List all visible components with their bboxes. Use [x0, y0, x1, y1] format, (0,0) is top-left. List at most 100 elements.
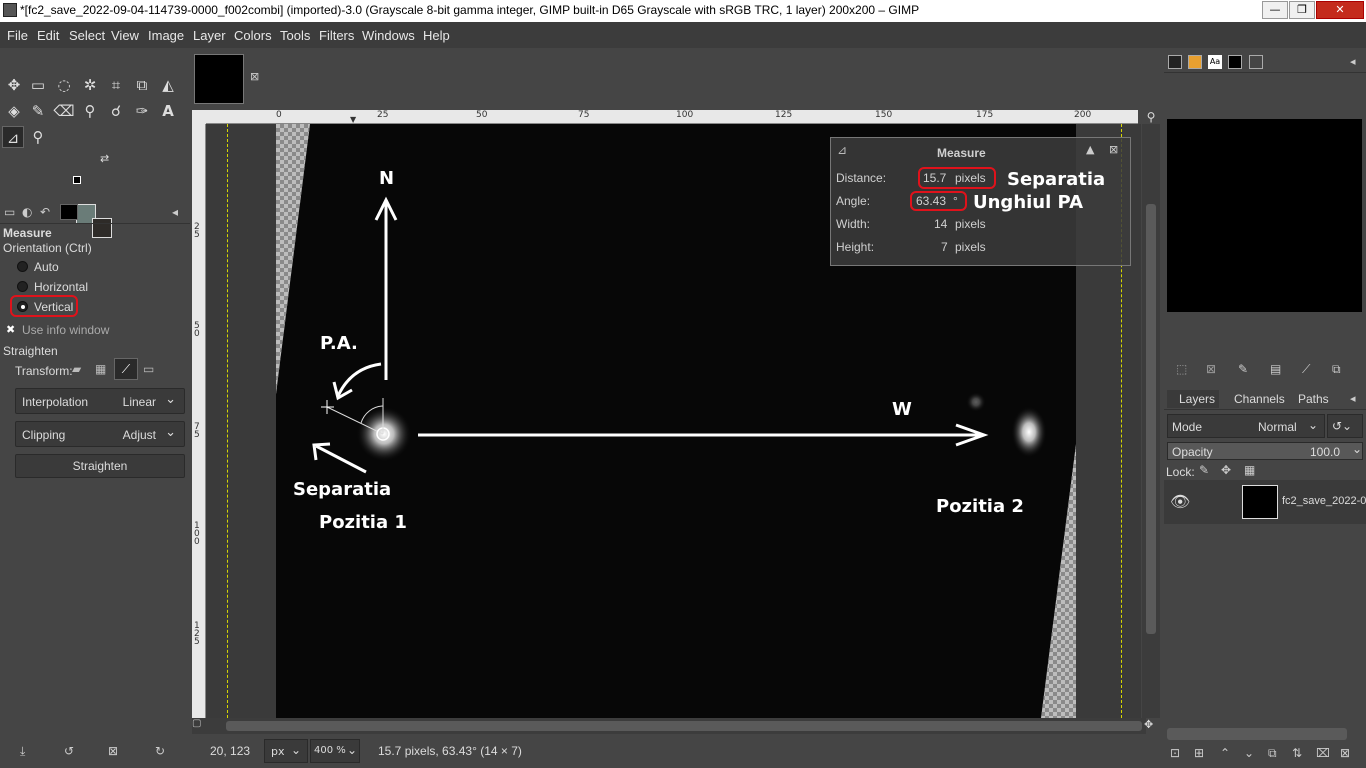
- free-select-icon[interactable]: ◌: [53, 74, 75, 96]
- delete-brush-icon[interactable]: ▤: [1270, 362, 1281, 376]
- tab-channels[interactable]: Channels: [1234, 392, 1285, 406]
- vertical-ruler[interactable]: 2 5 5 0 7 5 1 0 0 1 2 5: [192, 124, 206, 718]
- new-layer-group-icon[interactable]: ⊞: [1194, 746, 1204, 760]
- paintbrush-icon[interactable]: ✎: [27, 100, 49, 122]
- smudge-tool-icon[interactable]: ☌: [105, 100, 127, 122]
- default-colors-icon[interactable]: [73, 176, 81, 184]
- orientation-horizontal-radio[interactable]: [17, 281, 28, 292]
- fonts-tab-icon[interactable]: Aa: [1208, 55, 1222, 69]
- straighten-button[interactable]: Straighten: [15, 454, 185, 478]
- orientation-horizontal-label[interactable]: Horizontal: [34, 280, 88, 294]
- close-tab-icon[interactable]: ⊠: [250, 70, 259, 83]
- warp-transform-icon[interactable]: ◭: [157, 74, 179, 96]
- opacity-slider[interactable]: Opacity 100.0 ⌄: [1167, 442, 1363, 460]
- move-tool-icon[interactable]: ✥: [3, 74, 25, 96]
- navigate-icon[interactable]: ✥: [1144, 718, 1160, 734]
- menu-edit[interactable]: Edit: [37, 28, 59, 43]
- menu-file[interactable]: File: [7, 28, 28, 43]
- save-options-icon[interactable]: ⤓: [20, 744, 25, 759]
- visibility-eye-icon[interactable]: 👁: [1170, 492, 1190, 511]
- new-layer-icon[interactable]: ⊡: [1170, 746, 1180, 760]
- lock-pixels-icon[interactable]: ✎: [1199, 463, 1209, 477]
- menu-windows[interactable]: Windows: [362, 28, 415, 43]
- tab-paths[interactable]: Paths: [1298, 392, 1329, 406]
- layer-mode-select[interactable]: Mode Normal ⌄: [1167, 414, 1325, 438]
- zoom-select[interactable]: 400 % ⌄: [310, 739, 360, 763]
- duplicate-layer-icon[interactable]: ⧉: [1268, 746, 1277, 761]
- menu-filters[interactable]: Filters: [319, 28, 354, 43]
- delete-layer-icon[interactable]: ⊠: [1340, 746, 1350, 760]
- duplicate-brush-icon[interactable]: ✎: [1238, 362, 1248, 376]
- open-brush-icon[interactable]: ⧉: [1332, 362, 1341, 377]
- use-info-window-checkbox[interactable]: ✖: [6, 323, 15, 336]
- transform-path-icon[interactable]: ⟋: [114, 358, 138, 380]
- menu-help[interactable]: Help: [423, 28, 450, 43]
- fuzzy-select-icon[interactable]: ✲: [79, 74, 101, 96]
- clone-tool-icon[interactable]: ⚲: [79, 100, 101, 122]
- tab-layers[interactable]: Layers: [1167, 390, 1219, 408]
- text-tool-icon[interactable]: A: [157, 100, 179, 122]
- layer-name[interactable]: fc2_save_2022-0: [1282, 495, 1366, 507]
- layer-thumbnail[interactable]: [1242, 485, 1278, 519]
- interpolation-combo[interactable]: Interpolation Linear ⌄: [15, 388, 185, 414]
- crop-tool-icon[interactable]: ⌗: [105, 74, 127, 96]
- ruler-corner[interactable]: [192, 110, 206, 124]
- reset-options-icon[interactable]: ↻: [155, 744, 165, 758]
- layer-mask-icon[interactable]: ⌧: [1316, 746, 1330, 760]
- vertical-scrollbar[interactable]: [1142, 124, 1160, 718]
- quick-mask-toggle[interactable]: ▢: [192, 718, 206, 734]
- lock-alpha-icon[interactable]: ▦: [1244, 463, 1255, 477]
- patterns-tab-icon[interactable]: [1188, 55, 1202, 69]
- horizontal-scroll-thumb[interactable]: [226, 721, 1142, 731]
- measure-tool-icon[interactable]: ⊿: [2, 126, 24, 148]
- vertical-scroll-thumb[interactable]: [1146, 204, 1156, 634]
- layer-row[interactable]: 👁 fc2_save_2022-0: [1164, 480, 1366, 524]
- menu-select[interactable]: Select: [69, 28, 105, 43]
- device-status-tab-icon[interactable]: ◐: [22, 205, 32, 219]
- horizontal-ruler[interactable]: 0 25 50 75 100 125 150 175 200 ▼: [206, 110, 1138, 124]
- transform-selection-icon[interactable]: ▦: [95, 362, 106, 376]
- clipping-combo[interactable]: Clipping Adjust ⌄: [15, 421, 185, 447]
- new-brush-icon[interactable]: ⊠: [1206, 362, 1216, 376]
- configure-tab-icon[interactable]: ◂: [1350, 392, 1356, 405]
- layer-mode-switch[interactable]: ↺⌄: [1327, 414, 1363, 438]
- measure-window-shade-icon[interactable]: ▲: [1086, 143, 1094, 156]
- refresh-brushes-icon[interactable]: ⟋: [1302, 362, 1310, 377]
- maximize-button[interactable]: ❐: [1289, 1, 1315, 19]
- palettes-tab-icon[interactable]: [1249, 55, 1263, 69]
- edit-brush-icon[interactable]: ⬚: [1176, 362, 1187, 376]
- lower-layer-icon[interactable]: ⌄: [1244, 746, 1254, 760]
- gradients-tab-icon[interactable]: [1228, 55, 1242, 69]
- paths-tool-icon[interactable]: ✑: [131, 100, 153, 122]
- measure-window-close-icon[interactable]: ⊠: [1109, 143, 1118, 156]
- raise-layer-icon[interactable]: ⌃: [1220, 746, 1230, 760]
- image-tab-thumbnail[interactable]: [194, 54, 244, 104]
- transform-image-icon[interactable]: ▭: [143, 362, 154, 376]
- minimize-button[interactable]: —: [1262, 1, 1288, 19]
- menu-view[interactable]: View: [111, 28, 139, 43]
- menu-tools[interactable]: Tools: [280, 28, 310, 43]
- close-button[interactable]: ✕: [1316, 1, 1364, 19]
- configure-tab-icon[interactable]: ◂: [1350, 55, 1356, 68]
- zoom-tool-icon[interactable]: ⚲: [27, 126, 49, 148]
- undo-history-tab-icon[interactable]: ↶: [40, 205, 50, 219]
- menu-layer[interactable]: Layer: [193, 28, 226, 43]
- horizontal-scrollbar[interactable]: [206, 718, 1146, 734]
- lock-position-icon[interactable]: ✥: [1221, 463, 1231, 477]
- use-info-window-label[interactable]: Use info window: [22, 323, 109, 337]
- zoom-toggle-icon[interactable]: ⚲: [1142, 110, 1160, 124]
- rect-select-icon[interactable]: ▭: [27, 74, 49, 96]
- swap-colors-icon[interactable]: ⇄: [100, 152, 109, 165]
- layers-scroll-thumb[interactable]: [1167, 728, 1347, 740]
- menu-image[interactable]: Image: [148, 28, 184, 43]
- transform-layer-icon[interactable]: ▰: [72, 362, 81, 376]
- eraser-icon[interactable]: ⌫: [53, 100, 75, 122]
- images-tab-icon[interactable]: [60, 204, 78, 220]
- tool-options-tab-icon[interactable]: ▭: [4, 205, 15, 219]
- bucket-fill-icon[interactable]: ◈: [3, 100, 25, 122]
- unit-select[interactable]: px ⌄: [264, 739, 308, 763]
- restore-options-icon[interactable]: ↺: [64, 744, 74, 758]
- orientation-auto-label[interactable]: Auto: [34, 260, 59, 274]
- brushes-tab-icon[interactable]: [1168, 55, 1182, 69]
- menu-colors[interactable]: Colors: [234, 28, 272, 43]
